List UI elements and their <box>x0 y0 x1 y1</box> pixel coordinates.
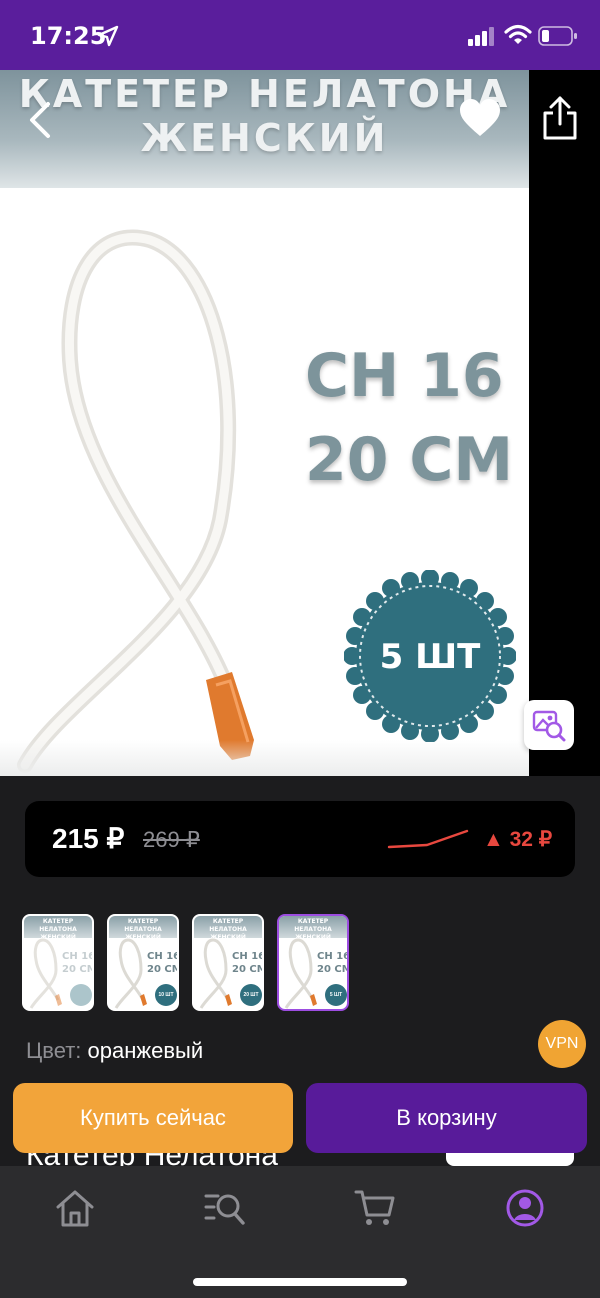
thumbnail-spec-2: 20 СМ <box>147 964 179 975</box>
thumbnail-badge: 5 ШТ <box>325 984 347 1006</box>
thumbnail-spec-1: CH 16 <box>232 951 264 962</box>
thumbnail-catheter <box>199 938 232 1009</box>
home-icon[interactable] <box>54 1188 96 1228</box>
quantity-badge: 5 ШТ <box>344 570 516 742</box>
thumbnail-spec-1: CH 16 <box>62 951 94 962</box>
catalog-search-icon[interactable] <box>204 1188 246 1228</box>
thumbnail-2[interactable]: КАТЕТЕР НЕЛАТОНА ЖЕНСКИЙ CH 16 20 СМ 10 … <box>107 914 179 1011</box>
thumbnail-badge <box>70 984 92 1006</box>
thumbnail-1[interactable]: КАТЕТЕР НЕЛАТОНА ЖЕНСКИЙ CH 16 20 СМ <box>22 914 94 1011</box>
current-price: 215 ₽ <box>52 823 125 854</box>
battery-icon <box>538 26 577 46</box>
image-search-icon <box>532 710 566 742</box>
product-page: 17:25 КАТЕТЕР НЕЛАТОНА ЖЕНСКИЙ CH 16 20 … <box>0 0 600 1298</box>
spec-length: 20 СМ <box>305 425 514 495</box>
thumbnail-badge: 20 ШТ <box>240 984 262 1006</box>
status-time: 17:25 <box>30 22 107 50</box>
thumbnail-badge: 10 ШТ <box>155 984 177 1006</box>
badge-text: 5 ШТ <box>380 637 481 677</box>
image-banner: КАТЕТЕР НЕЛАТОНА ЖЕНСКИЙ <box>0 70 529 188</box>
product-image-carousel[interactable]: КАТЕТЕР НЕЛАТОНА ЖЕНСКИЙ CH 16 20 СМ 5 Ш… <box>0 70 600 776</box>
add-to-cart-button[interactable]: В корзину <box>306 1083 587 1153</box>
thumbnail-spec-1: CH 16 <box>147 951 179 962</box>
banner-line-1: КАТЕТЕР НЕЛАТОНА <box>18 72 511 116</box>
thumbnail-spec-2: 20 СМ <box>317 964 349 975</box>
price-trend-chart <box>387 829 469 849</box>
price-change: ▲ 32 ₽ <box>483 828 553 851</box>
catheter-illustration <box>17 229 254 773</box>
thumbnail-3[interactable]: КАТЕТЕР НЕЛАТОНА ЖЕНСКИЙ CH 16 20 СМ 20 … <box>192 914 264 1011</box>
location-arrow-icon <box>97 25 119 47</box>
buy-now-button[interactable]: Купить сейчас <box>13 1083 293 1153</box>
image-search-button[interactable] <box>524 700 574 750</box>
thumbnail-spec-2: 20 СМ <box>62 964 94 975</box>
thumbnail-4-selected[interactable]: КАТЕТЕР НЕЛАТОНА ЖЕНСКИЙ CH 16 20 СМ 5 Ш… <box>277 914 349 1011</box>
heart-icon[interactable] <box>458 98 502 138</box>
thumbnail-catheter <box>29 938 62 1009</box>
product-spec-text: CH 16 20 СМ <box>305 334 513 502</box>
wifi-icon <box>504 24 532 44</box>
home-indicator <box>193 1278 407 1286</box>
color-label: Цвет: <box>26 1038 82 1063</box>
thumbnail-spec-1: CH 16 <box>317 951 349 962</box>
thumbnail-catheter <box>114 938 147 1009</box>
share-icon[interactable] <box>540 96 580 140</box>
cellular-signal-icon <box>468 27 494 46</box>
color-selector[interactable]: Цвет: оранжевый <box>26 1038 203 1064</box>
thumbnail-strip: КАТЕТЕР НЕЛАТОНА ЖЕНСКИЙ CH 16 20 СМ КАТ… <box>22 914 362 1011</box>
old-price: 269 ₽ <box>143 827 200 852</box>
profile-icon[interactable] <box>504 1188 546 1228</box>
thumbnail-catheter <box>284 938 317 1009</box>
cart-icon[interactable] <box>354 1188 396 1228</box>
thumbnail-spec-2: 20 СМ <box>232 964 264 975</box>
product-image: КАТЕТЕР НЕЛАТОНА ЖЕНСКИЙ CH 16 20 СМ 5 Ш… <box>0 70 529 776</box>
back-chevron-icon[interactable] <box>22 100 58 140</box>
banner-line-2: ЖЕНСКИЙ <box>140 116 389 160</box>
spec-size: CH 16 <box>305 341 504 411</box>
status-bar: 17:25 <box>0 0 600 70</box>
price-card[interactable]: 215 ₽ 269 ₽ ▲ 32 ₽ <box>25 801 575 877</box>
color-value: оранжевый <box>87 1038 204 1063</box>
vpn-badge[interactable]: VPN <box>538 1020 586 1068</box>
